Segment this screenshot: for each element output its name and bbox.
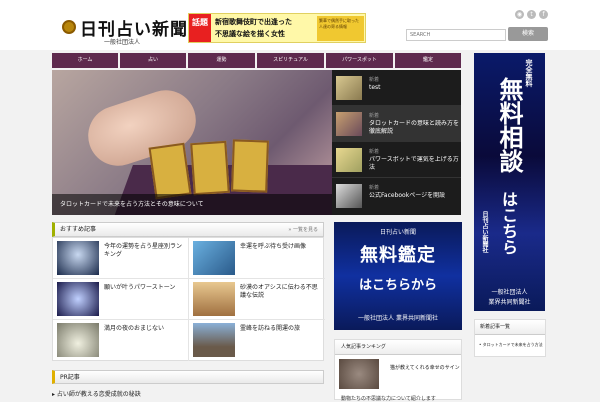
nav-item-luck[interactable]: 運勢 (188, 53, 255, 68)
article-grid: 今年の運勢を占う星座別ランキング 幸運を呼ぶ待ち受け画像 願いが叶うパワーストー… (52, 237, 325, 361)
pr-item-label[interactable]: 占い師が教える恋愛成就の秘訣 (57, 391, 141, 398)
new-articles-header: 新着記事一覧 (475, 320, 545, 335)
article-item[interactable]: 霊峰を訪ねる開運の旅 (189, 320, 325, 361)
slider-thumb-item[interactable]: 新着 パワースポットで運気を上げる方法 (332, 142, 461, 178)
banner-tag: 話題 (189, 14, 211, 42)
ad-right-bottom2: 業界共同新聞社 (488, 299, 531, 306)
popular-header: 人気記事ランキング (335, 340, 461, 355)
pr-item[interactable]: ▸ 占い師が教える恋愛成就の秘訣 (52, 389, 141, 398)
site-subtitle: 一般社団法人 (104, 39, 141, 46)
article-thumb (57, 282, 99, 316)
slider-thumb-item[interactable]: 新着 タロットカードの意味と読み方を徹底解説 (332, 106, 461, 142)
article-title[interactable]: 砂漠のオアシスに伝わる不思議な伝説 (240, 284, 322, 300)
banner-line-1: 新宿歌舞伎町で出逢った (215, 18, 292, 26)
article-item[interactable]: 願いが叶うパワーストーン (53, 279, 189, 320)
article-thumb (57, 323, 99, 357)
ad-right-org: 日刊占い新聞社 (481, 211, 488, 253)
thumb-image (336, 112, 362, 136)
thumb-image (336, 76, 362, 100)
banner-side-image: 繁華で偶然手に取った人達の寄る情報 (317, 16, 364, 41)
header-banner[interactable]: 話題 新宿歌舞伎町で出逢った 不思議な絵を描く女性 繁華で偶然手に取った人達の寄… (188, 13, 366, 43)
twitter-icon[interactable]: t (527, 10, 536, 19)
tarot-card (148, 142, 192, 200)
nav-item-powerspot[interactable]: パワースポット (326, 53, 393, 68)
nav-item-reading[interactable]: 鑑定 (395, 53, 461, 68)
slider-thumb-item[interactable]: 新着 test (332, 70, 461, 106)
popular-excerpt: 動物たちの不思議な力について紹介します (341, 396, 436, 402)
thumb-title: 公式Facebookページを開設 (369, 192, 446, 199)
new-article-item[interactable]: • タロットカードで未来を占う方法 (479, 342, 543, 348)
ad-mid-bottom: 一般社団法人 業界共同新聞社 (358, 315, 438, 322)
popular-thumb[interactable] (339, 359, 379, 389)
hero-caption[interactable]: タロットカードで未来を占う方法とその意味について (52, 194, 332, 215)
ad-right-sub: はこちら (499, 191, 518, 255)
thumb-title: タロットカードの意味と読み方を徹底解説 (369, 120, 459, 135)
nav-item-home[interactable]: ホーム (52, 53, 118, 68)
thumb-category: 新着 (369, 149, 380, 155)
thumb-image (336, 148, 362, 172)
nav-item-fortune[interactable]: 占い (120, 53, 186, 68)
article-item[interactable]: 幸運を呼ぶ待ち受け画像 (189, 238, 325, 279)
free-reading-ad[interactable]: 日刊占い新聞 無料鑑定 はこちらから 一般社団法人 業界共同新聞社 (334, 222, 462, 330)
new-articles-widget: 新着記事一覧 • タロットカードで未来を占う方法 (474, 319, 546, 357)
new-article-label[interactable]: タロットカードで未来を占う方法 (483, 342, 543, 347)
thumb-category: 新着 (369, 185, 380, 191)
search-input[interactable] (406, 29, 506, 41)
articles-panel-header: おすすめ記事 » 一覧を見る (52, 222, 324, 237)
ad-mid-main: 無料鑑定 (360, 245, 436, 266)
new-articles-title: 新着記事一覧 (480, 324, 511, 330)
article-item[interactable]: 今年の運勢を占う星座別ランキング (53, 238, 189, 279)
ad-mid-top: 日刊占い新聞 (379, 229, 416, 236)
tarot-card (190, 140, 230, 196)
nav-item-spiritual[interactable]: スピリチュアル (257, 53, 324, 68)
slider-thumb-item[interactable]: 新着 公式Facebookページを開設 (332, 178, 461, 214)
facebook-icon[interactable]: f (539, 10, 548, 19)
articles-header-title: おすすめ記事 (60, 226, 97, 233)
thumb-category: 新着 (369, 77, 380, 83)
tarot-card (231, 139, 269, 193)
logo-icon[interactable] (62, 20, 76, 34)
ad-right-bottom1: 一般社団法人 (491, 289, 528, 296)
banner-line-2: 不思議な絵を描く女性 (215, 30, 285, 38)
free-consult-ad[interactable]: 完全無料 無料相談 はこちら 日刊占い新聞社 一般社団法人 業界共同新聞社 (474, 53, 545, 311)
banner-text: 新宿歌舞伎町で出逢った 不思議な絵を描く女性 (215, 16, 315, 40)
thumb-category: 新着 (369, 113, 380, 119)
ad-right-main: 無料相談 (495, 77, 524, 173)
article-thumb (57, 241, 99, 275)
article-thumb (193, 323, 235, 357)
article-item[interactable]: 満月の夜のおまじない (53, 320, 189, 361)
thumb-image (336, 184, 362, 208)
articles-more-label[interactable]: 一覧を見る (293, 227, 318, 233)
article-thumb (193, 241, 235, 275)
ad-mid-sub: はこちらから (358, 278, 437, 293)
popular-widget: 人気記事ランキング 猫が教えてくれる幸せのサイン 動物たちの不思議な力について紹… (334, 339, 462, 402)
search-button[interactable]: 検索 (508, 27, 548, 41)
article-title[interactable]: 幸運を呼ぶ待ち受け画像 (240, 243, 322, 251)
thumb-title: test (369, 84, 381, 91)
articles-more-link[interactable]: » 一覧を見る (288, 223, 318, 237)
popular-header-title: 人気記事ランキング (341, 344, 386, 350)
popular-title[interactable]: 猫が教えてくれる幸せのサイン (390, 364, 460, 371)
slider-thumbnail-list: 新着 test 新着 タロットカードの意味と読み方を徹底解説 新着 パワースポッ… (332, 70, 461, 215)
article-title[interactable]: 今年の運勢を占う星座別ランキング (104, 243, 186, 259)
rss-icon[interactable]: ◉ (515, 10, 524, 19)
article-thumb (193, 282, 235, 316)
pr-header-title: PR記事 (60, 374, 80, 381)
article-title[interactable]: 霊峰を訪ねる開運の旅 (240, 325, 322, 333)
main-nav: ホーム 占い 運勢 スピリチュアル パワースポット 鑑定 (52, 53, 461, 68)
thumb-title: パワースポットで運気を上げる方法 (369, 156, 459, 171)
article-item[interactable]: 砂漠のオアシスに伝わる不思議な伝説 (189, 279, 325, 320)
article-title[interactable]: 願いが叶うパワーストーン (104, 284, 186, 292)
article-title[interactable]: 満月の夜のおまじない (104, 325, 186, 333)
pr-panel-header: PR記事 (52, 370, 324, 384)
